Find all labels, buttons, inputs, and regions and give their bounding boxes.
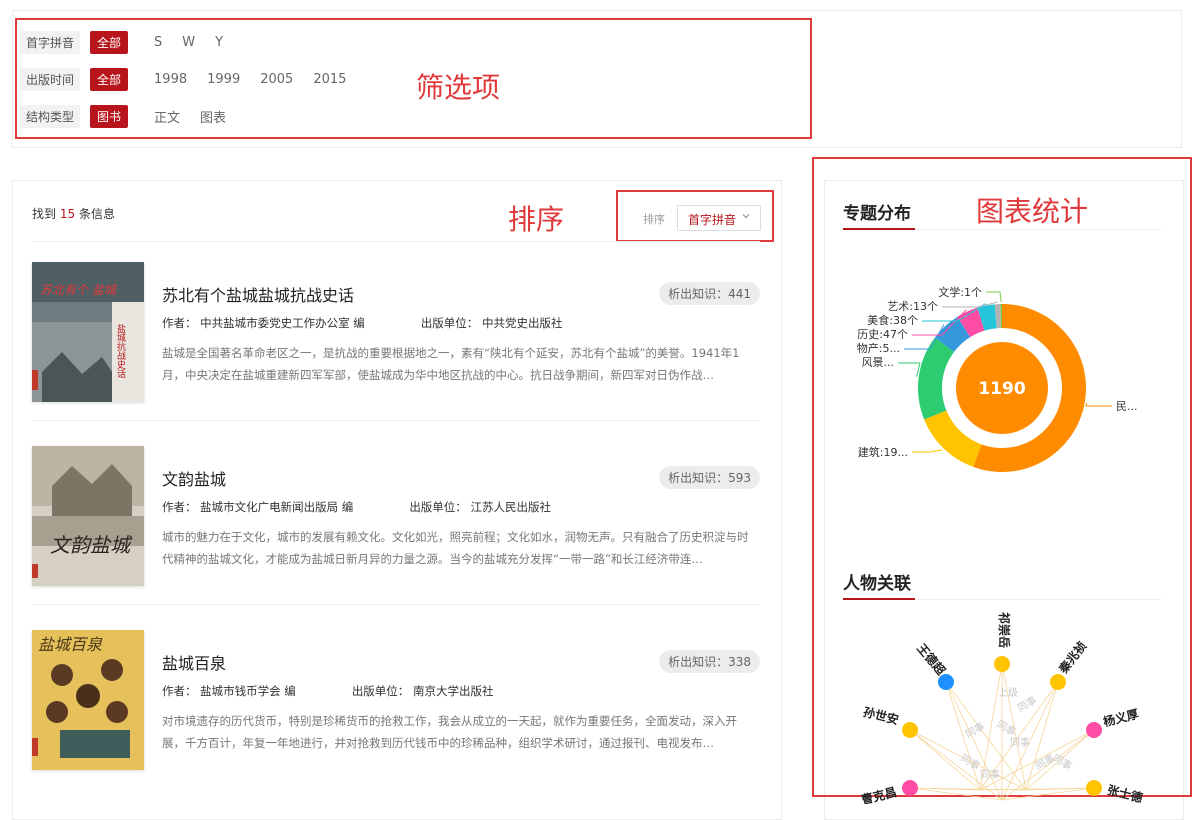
cover-title-text: 苏北有个 盐城 bbox=[40, 283, 118, 297]
result-count-suffix: 条信息 bbox=[78, 207, 115, 221]
book-title[interactable]: 苏北有个盐城盐城抗战史话 bbox=[162, 282, 354, 306]
person-node[interactable] bbox=[902, 722, 918, 738]
book-divider bbox=[32, 604, 760, 605]
book-author: 作者： 中共盐城市委党史工作办公室 编 bbox=[162, 316, 365, 330]
book-meta: 作者： 中共盐城市委党史工作办公室 编 出版单位： 中共党史出版社 bbox=[162, 315, 562, 331]
person-node-label: 祁崇岳 bbox=[997, 612, 1012, 648]
chevron-down-icon bbox=[742, 214, 750, 219]
relation-edge-label: 同事 bbox=[980, 768, 1000, 781]
cover-subtitle-text: 盐城抗战史话 bbox=[115, 323, 126, 379]
donut-slice-label: 风景... bbox=[862, 356, 895, 369]
book-title[interactable]: 文韵盐城 bbox=[162, 466, 226, 490]
donut-slice-label: 文学:1个 bbox=[938, 285, 982, 299]
result-count-prefix: 找到 bbox=[32, 207, 57, 221]
donut-slice-label: 艺术:13个 bbox=[887, 300, 938, 313]
result-count-number: 15 bbox=[59, 207, 76, 221]
book-author: 作者： 盐城市钱币学会 编 bbox=[162, 684, 296, 698]
book-meta: 作者： 盐城市文化广电新闻出版局 编 出版单位： 江苏人民出版社 bbox=[162, 499, 551, 515]
person-node-label: 王德超 bbox=[914, 640, 949, 678]
book-description: 盐城是全国著名革命老区之一，是抗战的重要根据地之一，素有“陕北有个延安，苏北有个… bbox=[162, 346, 740, 382]
person-node[interactable] bbox=[994, 656, 1010, 672]
knowledge-badge: 析出知识：593 bbox=[659, 466, 760, 489]
book-cover[interactable]: 盐城百泉 bbox=[32, 630, 144, 770]
relation-edge-label: 同事 bbox=[995, 717, 1019, 738]
donut-slice-label: 物产:5... bbox=[857, 341, 900, 355]
person-node[interactable] bbox=[1050, 674, 1066, 690]
annotation-sort: 排序 bbox=[508, 203, 565, 236]
person-node[interactable] bbox=[902, 780, 918, 796]
person-node[interactable] bbox=[1086, 722, 1102, 738]
book-publisher: 出版单位： 南京大学出版社 bbox=[351, 684, 494, 698]
donut-center-label: 1190 bbox=[978, 379, 1025, 399]
person-node-label: 张士德 bbox=[1106, 782, 1145, 804]
book-publisher: 出版单位： 江苏人民出版社 bbox=[409, 500, 551, 514]
donut-label-line bbox=[898, 362, 921, 377]
knowledge-badge: 析出知识：338 bbox=[659, 650, 760, 673]
result-count: 找到 15 条信息 bbox=[32, 205, 115, 222]
cover-title-text: 盐城百泉 bbox=[38, 635, 103, 654]
book-item[interactable]: 文韵盐城 文韵盐城 析出知识：593 作者： 盐城市文化广电新闻出版局 编 出版… bbox=[32, 446, 760, 606]
filter-highlight-box bbox=[15, 18, 812, 139]
person-node-label: 曹克昌 bbox=[860, 784, 899, 804]
donut-slice-label: 美食:38个 bbox=[867, 313, 918, 327]
person-node[interactable] bbox=[1086, 780, 1102, 796]
result-divider bbox=[32, 241, 760, 242]
person-node-label: 孙世安 bbox=[862, 704, 901, 727]
annotation-stats: 图表统计 bbox=[976, 195, 1089, 228]
book-title[interactable]: 盐城百泉 bbox=[162, 650, 226, 674]
donut-label-line bbox=[912, 449, 943, 453]
section-title-relation: 人物关联 bbox=[843, 574, 911, 594]
person-node-label: 杨义厚 bbox=[1102, 706, 1141, 729]
annotation-filter: 筛选项 bbox=[416, 71, 501, 104]
cover-title-text: 文韵盐城 bbox=[50, 533, 133, 557]
book-cover[interactable]: 苏北有个 盐城 盐城抗战史话 bbox=[32, 262, 144, 402]
book-meta: 作者： 盐城市钱币学会 编 出版单位： 南京大学出版社 bbox=[162, 683, 493, 699]
book-description: 城市的魅力在于文化，城市的发展有赖文化。文化如光，照亮前程；文化如水，润物无声。… bbox=[162, 530, 749, 566]
donut-slice-label: 历史:47个 bbox=[857, 328, 908, 341]
book-cover[interactable]: 文韵盐城 bbox=[32, 446, 144, 586]
person-node[interactable] bbox=[938, 674, 954, 690]
topic-donut-chart: 1190 民... 建筑:19... 风景...物产:5...历史:47个美食:38… bbox=[857, 285, 1138, 472]
book-item[interactable]: 盐城百泉 盐城百泉 析出知识：338 作者： 盐城市钱币学会 编 出版单位： 南… bbox=[32, 630, 760, 790]
section-title-topic: 专题分布 bbox=[843, 204, 911, 224]
donut-label-line bbox=[986, 291, 1002, 303]
donut-slice-label: 民... bbox=[1116, 400, 1138, 413]
donut-label-line bbox=[1085, 402, 1112, 407]
sort-label: 排序 bbox=[643, 213, 665, 226]
book-description: 对市境遗存的历代货币，特别是珍稀货币的抢救工作，我会从成立的一天起，就作为重要任… bbox=[162, 714, 737, 750]
book-author: 作者： 盐城市文化广电新闻出版局 编 bbox=[162, 500, 354, 514]
relation-edge-label: 同事 bbox=[963, 719, 987, 740]
donut-slice-label: 建筑:19... bbox=[858, 445, 908, 459]
book-divider bbox=[32, 420, 760, 421]
person-node-label: 秦兆祯 bbox=[1055, 638, 1090, 676]
relation-edge bbox=[945, 681, 1003, 801]
relation-edge-label: 上级 bbox=[998, 687, 1018, 699]
knowledge-badge: 析出知识：441 bbox=[659, 282, 760, 305]
relation-edge-label: 同事 bbox=[1010, 736, 1030, 749]
person-relation-graph: 同事上级同事同事同事同事 同事同事同事 王德超祁崇岳秦兆祯杨义厚孙世安张士德曹克昌 bbox=[860, 612, 1145, 804]
section-accent bbox=[843, 228, 915, 230]
relation-edge-label: 同事 bbox=[1015, 693, 1039, 714]
relation-edge bbox=[979, 729, 1095, 791]
book-item[interactable]: 苏北有个 盐城 盐城抗战史话 苏北有个盐城盐城抗战史话 析出知识：441 作者：… bbox=[32, 262, 760, 422]
book-publisher: 出版单位： 中共党史出版社 bbox=[420, 316, 563, 330]
